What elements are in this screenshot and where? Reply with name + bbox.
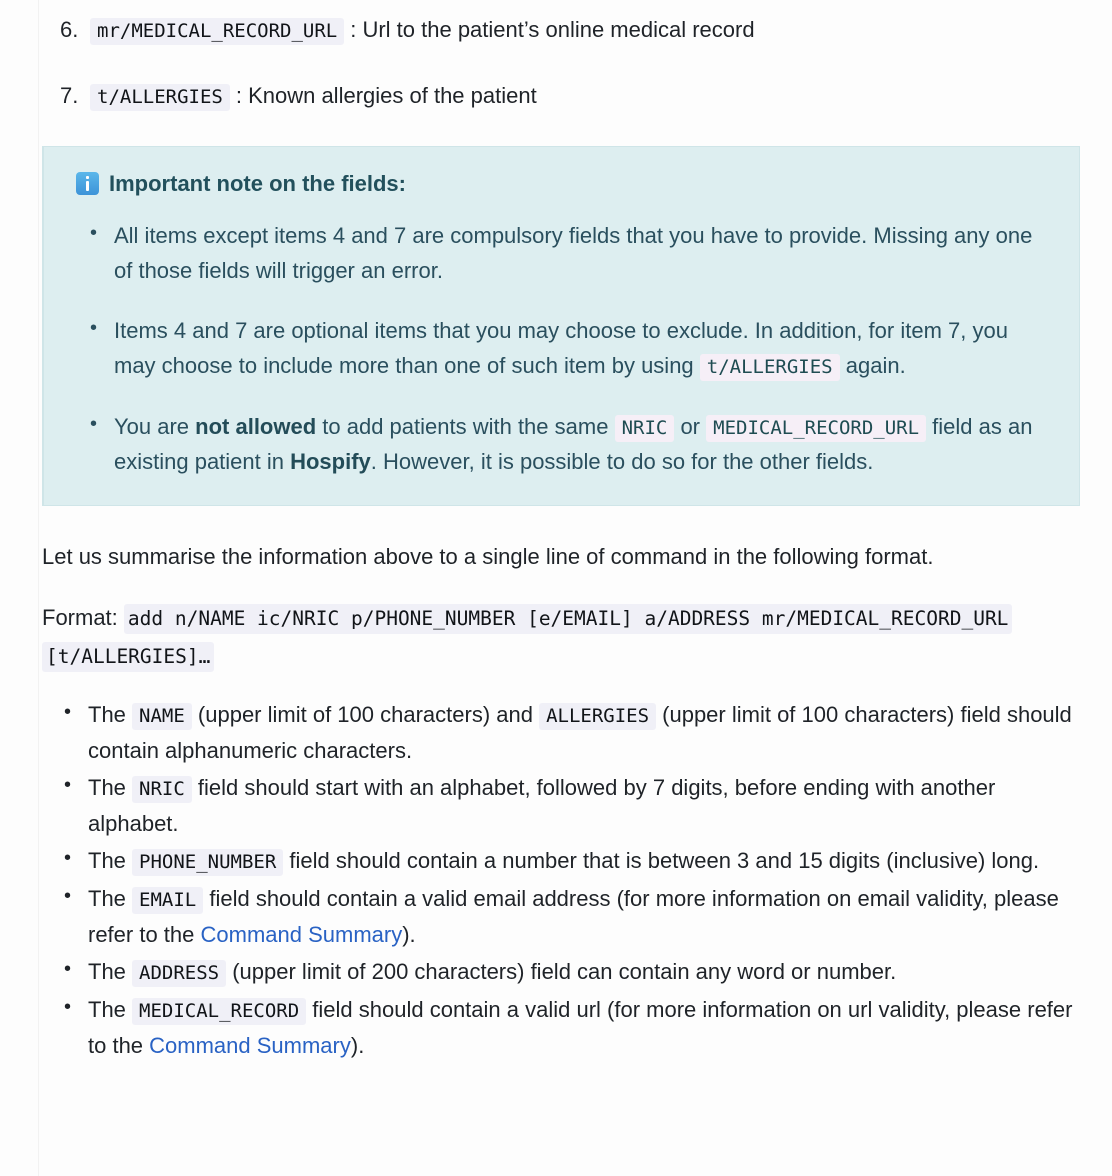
format-command-line-2: [t/ALLERGIES]…: [42, 642, 215, 673]
text-run: (upper limit of 200 characters) field ca…: [226, 959, 897, 985]
list-item-marker: 6.: [60, 17, 79, 42]
text-run: or: [674, 413, 707, 439]
format-line: Format: add n/NAME ic/NRIC p/PHONE_NUMBE…: [42, 599, 1076, 675]
inline-code: NAME: [132, 702, 192, 730]
note-list-item: All items except items 4 and 7 are compu…: [74, 218, 1051, 289]
rule-list-item: The NRIC field should start with an alph…: [42, 769, 1076, 841]
text-run: to add patients with the same: [316, 413, 615, 439]
field-rules-list: The NAME (upper limit of 100 characters)…: [42, 696, 1076, 1063]
inline-code: PHONE_NUMBER: [132, 849, 284, 877]
field-description: : Url to the patient’s online medical re…: [350, 17, 755, 42]
inline-code: mr/MEDICAL_RECORD_URL: [90, 18, 345, 45]
rule-list-item: The ADDRESS (upper limit of 200 characte…: [42, 953, 1076, 990]
rule-list-item: The EMAIL field should contain a valid e…: [42, 880, 1076, 952]
list-item-marker: 7.: [60, 82, 79, 108]
inline-code: NRIC: [614, 414, 675, 442]
format-label: Format:: [42, 605, 118, 631]
inline-code: t/ALLERGIES: [699, 354, 840, 382]
text-run: You are: [114, 413, 196, 439]
text-run: field should start with an alphabet, fol…: [88, 775, 996, 836]
inline-code: MEDICAL_RECORD_URL: [706, 414, 927, 442]
text-run: (upper limit of 100 characters) and: [191, 701, 540, 727]
note-list-item: Items 4 and 7 are optional items that yo…: [74, 313, 1051, 384]
text-run: ).: [402, 921, 416, 947]
field-list-item: 6. mr/MEDICAL_RECORD_URL: Url to the pati…: [42, 14, 1076, 46]
note-title-text: Important note on the fields:: [109, 170, 406, 196]
text-run: The: [88, 775, 133, 801]
documentation-page: 6. mr/MEDICAL_RECORD_URL: Url to the pati…: [0, 0, 1112, 1176]
important-note-callout: Important note on the fields: All items …: [42, 145, 1080, 507]
text-run: again.: [839, 353, 906, 379]
note-bullet-list: All items except items 4 and 7 are compu…: [74, 218, 1051, 480]
inline-code: EMAIL: [132, 887, 204, 915]
emphasis-text: Hospify: [290, 448, 371, 474]
rule-list-item: The NAME (upper limit of 100 characters)…: [42, 696, 1076, 768]
text-run: ).: [350, 1032, 365, 1058]
rule-list-item: The MEDICAL_RECORD field should contain …: [42, 991, 1076, 1063]
inline-code: MEDICAL_RECORD: [132, 997, 307, 1025]
text-run: field should contain a number that is be…: [283, 848, 1040, 874]
text-run: The: [88, 701, 133, 727]
field-numbered-list: 6. mr/MEDICAL_RECORD_URL: Url to the pati…: [42, 14, 1076, 112]
text-run: The: [88, 886, 133, 912]
content-column: 6. mr/MEDICAL_RECORD_URL: Url to the pati…: [0, 0, 1112, 1063]
field-description: : Known allergies of the patient: [235, 82, 537, 108]
inline-code: t/ALLERGIES: [90, 83, 230, 111]
field-list-item: 7. t/ALLERGIES: Known allergies of the pa…: [42, 80, 1076, 112]
note-list-item: You are not allowed to add patients with…: [74, 409, 1051, 480]
text-run: The: [88, 996, 133, 1022]
inline-code: NRIC: [132, 776, 192, 804]
summary-paragraph: Let us summarise the information above t…: [42, 544, 934, 570]
emphasis-text: not allowed: [195, 413, 317, 439]
text-run: . However, it is possible to do so for t…: [370, 448, 874, 474]
text-run: All items except items 4 and 7 are compu…: [114, 222, 1033, 283]
command-summary-link[interactable]: Command Summary: [149, 1033, 351, 1058]
text-run: The: [88, 848, 133, 874]
inline-code: ADDRESS: [132, 960, 227, 988]
note-title-row: Important note on the fields:: [76, 171, 1051, 197]
info-icon: [76, 172, 99, 196]
format-command-line-1: add n/NAME ic/NRIC p/PHONE_NUMBER [e/EMA…: [123, 604, 1013, 635]
rule-list-item: The PHONE_NUMBER field should contain a …: [42, 842, 1076, 879]
command-summary-link[interactable]: Command Summary: [201, 922, 403, 947]
inline-code: ALLERGIES: [539, 702, 657, 730]
text-run: The: [88, 959, 133, 985]
